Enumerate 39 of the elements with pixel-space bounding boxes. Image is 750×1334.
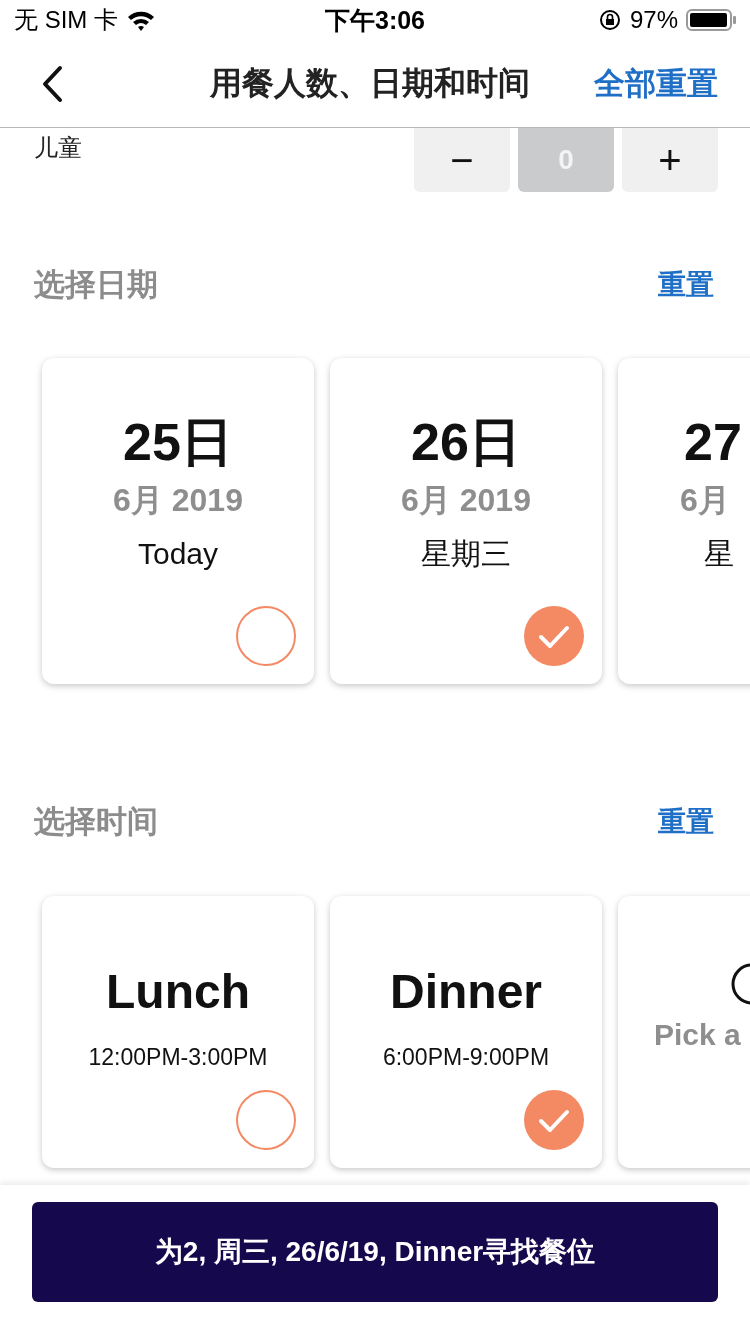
weekday-label: 星 <box>704 536 734 572</box>
custom-time-label: Pick a <box>654 1018 741 1052</box>
weekday-label: Today <box>137 536 219 572</box>
unselected-circle-icon[interactable] <box>236 606 296 666</box>
selected-check-icon[interactable] <box>524 1090 584 1150</box>
rotation-lock-icon <box>597 8 622 32</box>
battery-icon <box>686 9 736 31</box>
unselected-circle-icon[interactable] <box>236 1090 296 1150</box>
decrease-button[interactable]: − <box>414 128 510 192</box>
meal-name: Dinner <box>390 964 542 1020</box>
reset-link[interactable]: 重置 <box>658 266 714 304</box>
time-card[interactable]: Lunch 12:00PM-3:00PM <box>42 896 314 1168</box>
wifi-icon <box>126 9 156 31</box>
weekday-label: 星期三 <box>421 536 511 572</box>
meal-name: Lunch <box>106 964 250 1020</box>
page-title: 用餐人数、日期和时间 <box>209 63 531 103</box>
time-card[interactable]: Dinner 6:00PM-9:00PM <box>330 896 602 1168</box>
meal-hours: 6:00PM-9:00PM <box>382 1044 550 1071</box>
date-card[interactable]: 27 6月 星 <box>618 358 750 684</box>
find-table-button[interactable]: 为2, 周三, 26/6/19, Dinner寻找餐位 <box>32 1202 718 1302</box>
section-title: 选择时间 <box>34 803 158 841</box>
battery-percent: 97% <box>629 6 678 34</box>
month-year: 6月 <box>680 481 730 520</box>
reset-all-link[interactable]: 全部重置 <box>594 62 718 105</box>
day-number: 25日 <box>123 412 233 473</box>
children-label: 儿童 <box>34 133 83 163</box>
section-title: 选择日期 <box>34 266 158 304</box>
clock-time: 下午3:06 <box>325 4 426 36</box>
selected-check-icon[interactable] <box>524 606 584 666</box>
date-card[interactable]: 25日 6月 2019 Today <box>42 358 314 684</box>
month-year: 6月 2019 <box>113 481 243 520</box>
carrier-label: 无 SIM 卡 <box>14 5 118 35</box>
day-number: 27 <box>684 412 742 473</box>
meal-hours: 12:00PM-3:00PM <box>88 1044 268 1071</box>
month-year: 6月 2019 <box>401 481 531 520</box>
increase-button[interactable]: + <box>622 128 718 192</box>
date-card[interactable]: 26日 6月 2019 星期三 <box>330 358 602 684</box>
day-number: 26日 <box>411 412 521 473</box>
reset-link[interactable]: 重置 <box>658 803 714 841</box>
